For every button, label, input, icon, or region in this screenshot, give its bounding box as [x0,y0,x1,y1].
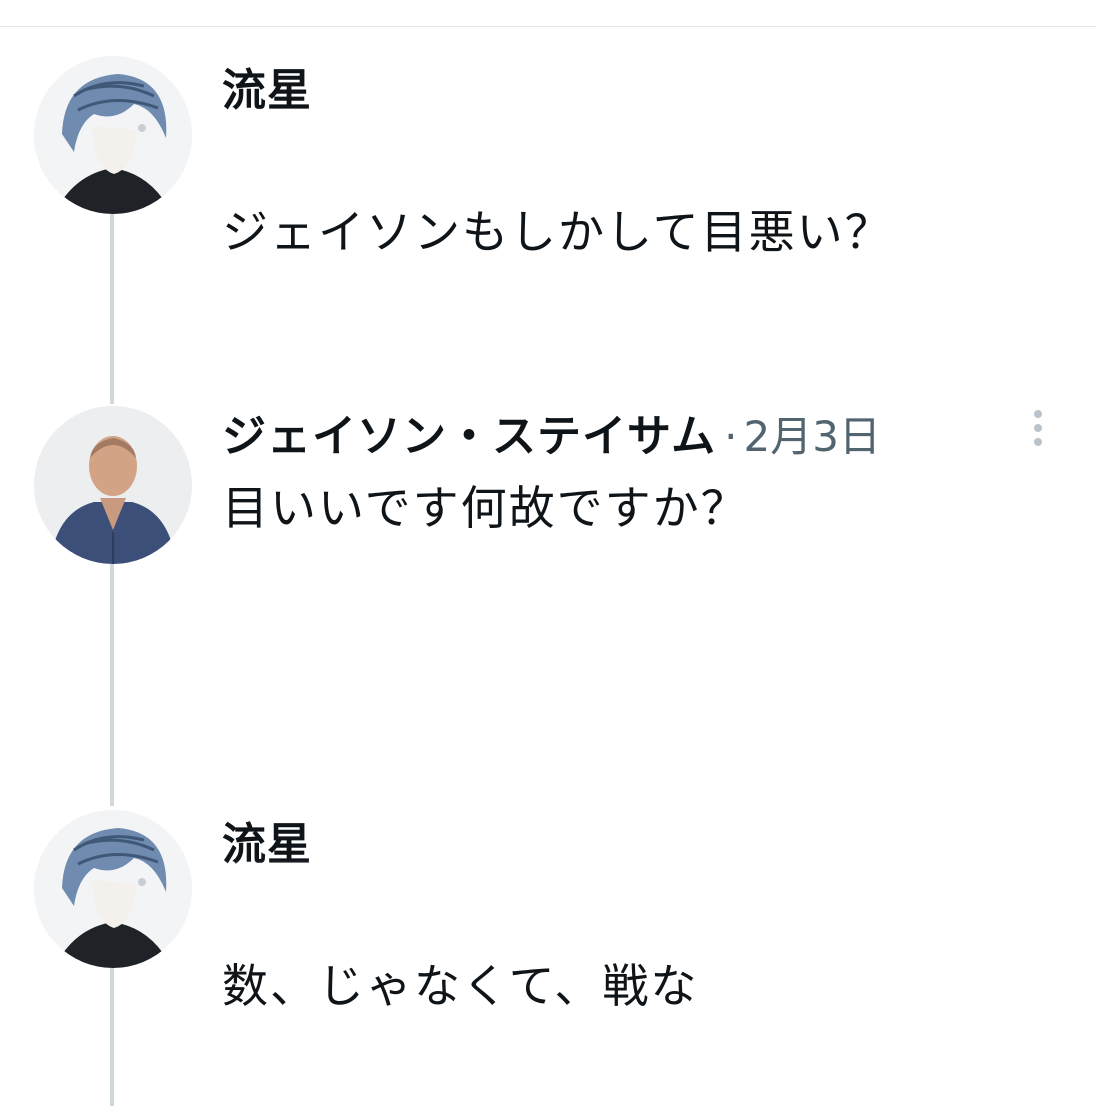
post-text: 目いいです何故ですか？ [222,481,749,535]
anime-avatar-icon [34,56,192,214]
anime-avatar-icon [34,810,192,968]
avatar[interactable] [34,56,192,214]
post-header: 流星 [222,54,312,118]
author-name[interactable]: 流星 [222,54,312,118]
redaction-mark [200,268,1090,358]
avatar[interactable] [34,810,192,968]
redaction-mark [200,550,1080,660]
reply-post[interactable]: 流星 数、じゃなくて、戦な [0,800,1096,1106]
post-text: ジェイソンもしかして目悪い？ [222,205,893,259]
reply-post[interactable]: 流星 ジェイソンもしかして目悪い？ [0,0,1096,358]
avatar[interactable] [34,406,192,564]
post-text: 数、じゃなくて、戦な [222,959,699,1013]
meta-separator: · [724,412,738,461]
redaction-mark [200,870,820,940]
post-header: 流星 [222,808,312,872]
redaction-mark [200,118,720,188]
post-meta: · 2月3日 [724,403,881,464]
more-vertical-icon[interactable] [1028,410,1048,452]
author-name[interactable]: ジェイソン・ステイサム [222,400,716,464]
reply-post[interactable]: ジェイソン・ステイサム · 2月3日 目いいです何故ですか？ [0,380,1096,800]
author-name[interactable]: 流星 [222,808,312,872]
post-header: ジェイソン・ステイサム · 2月3日 [222,400,881,464]
redaction-mark [150,650,1080,780]
redaction-mark [190,1025,1060,1106]
post-date[interactable]: 2月3日 [743,412,880,461]
photo-avatar-icon [34,406,192,564]
